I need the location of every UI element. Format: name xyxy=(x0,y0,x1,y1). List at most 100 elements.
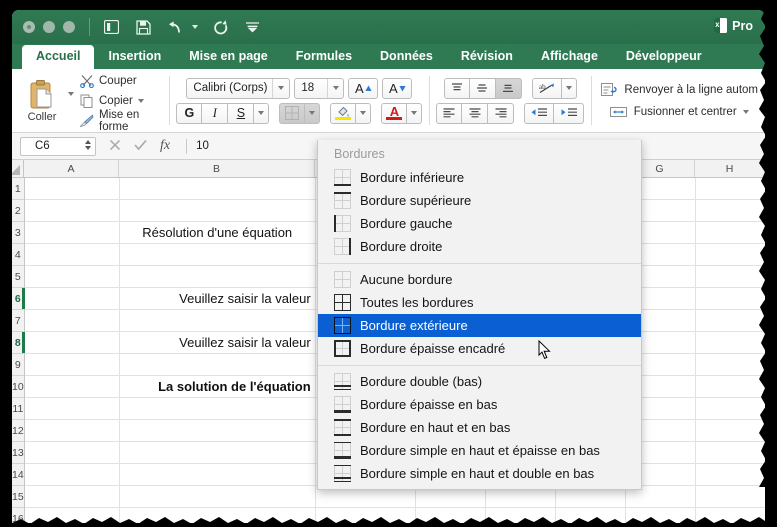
formula-input[interactable]: 10 xyxy=(196,140,209,152)
menu-item-border-bottom[interactable]: Bordure inférieure xyxy=(318,166,641,189)
row-header-3[interactable]: 3 xyxy=(12,222,24,244)
cell-H4[interactable] xyxy=(696,244,765,265)
tab-insertion[interactable]: Insertion xyxy=(94,45,175,69)
cell-B5[interactable] xyxy=(120,266,316,287)
cell-B10[interactable]: La solution de l'équation xyxy=(120,376,316,397)
row-header-1[interactable]: 1 xyxy=(12,178,24,200)
column-header-h[interactable]: H xyxy=(695,160,765,177)
sidebar-toggle-icon[interactable] xyxy=(102,18,121,37)
cell-A5[interactable] xyxy=(25,266,120,287)
underline-button[interactable]: S xyxy=(228,102,255,124)
row-header-9[interactable]: 9 xyxy=(12,354,24,376)
borders-dropdown-menu[interactable]: Bordures Bordure inférieure Bordure supér… xyxy=(317,140,642,490)
font-size-dropdown-icon[interactable] xyxy=(327,78,343,98)
cell-H5[interactable] xyxy=(696,266,765,287)
cell-A1[interactable] xyxy=(25,178,120,199)
cell-H2[interactable] xyxy=(696,200,765,221)
wrap-text-button[interactable]: Renvoyer à la ligne autom xyxy=(600,82,758,98)
zoom-button[interactable] xyxy=(63,21,75,33)
merge-dropdown-icon[interactable] xyxy=(742,109,749,114)
indent-group[interactable] xyxy=(524,102,585,124)
cell-H6[interactable] xyxy=(696,288,765,309)
bold-button[interactable]: G xyxy=(176,102,203,124)
cell-H8[interactable] xyxy=(696,332,765,353)
cell-B3[interactable]: Résolution d'une équation xyxy=(120,222,316,243)
paste-button[interactable]: Coller xyxy=(19,79,74,123)
menu-item-border-all[interactable]: Toutes les bordures xyxy=(318,291,641,314)
menu-item-border-top-double-bottom[interactable]: Bordure simple en haut et double en bas xyxy=(318,462,641,485)
decrease-indent-button[interactable] xyxy=(524,102,555,124)
orientation-control[interactable]: ab xyxy=(531,77,577,99)
font-color-button[interactable]: A xyxy=(381,102,408,124)
row-header-6[interactable]: 6 xyxy=(12,288,25,310)
cell-B1[interactable] xyxy=(120,178,316,199)
increase-indent-button[interactable] xyxy=(554,102,585,124)
cell-H1[interactable] xyxy=(696,178,765,199)
row-header-7[interactable]: 7 xyxy=(12,310,24,332)
paste-dropdown-icon[interactable] xyxy=(68,91,74,96)
underline-dropdown-icon[interactable] xyxy=(254,102,270,124)
shrink-font-button[interactable]: A xyxy=(382,77,413,99)
close-button[interactable] xyxy=(23,21,35,33)
cell-A8[interactable] xyxy=(25,332,120,353)
fill-color-control[interactable] xyxy=(330,102,372,124)
fill-color-dropdown-icon[interactable] xyxy=(356,102,372,124)
cell-B14[interactable] xyxy=(120,464,316,485)
menu-item-border-thick-box[interactable]: Bordure épaisse encadré xyxy=(318,337,641,360)
cell-B9[interactable] xyxy=(120,354,316,375)
cell-B15[interactable] xyxy=(120,486,316,507)
borders-control[interactable] xyxy=(279,102,321,124)
name-box[interactable]: C6 xyxy=(20,136,96,156)
cell-H7[interactable] xyxy=(696,310,765,331)
row-header-14[interactable]: 14 xyxy=(12,464,24,486)
cell-E16[interactable] xyxy=(486,508,556,523)
align-right-button[interactable] xyxy=(488,102,515,124)
menu-item-border-none[interactable]: Aucune bordure xyxy=(318,268,641,291)
cell-B4[interactable] xyxy=(120,244,316,265)
row-header-11[interactable]: 11 xyxy=(12,398,24,420)
ribbon-tab-bar[interactable]: Accueil Insertion Mise en page Formules … xyxy=(12,44,765,69)
cell-B8[interactable]: Veuillez saisir la valeur xyxy=(120,332,316,353)
copy-button[interactable]: Copier xyxy=(79,92,162,109)
cancel-entry-icon[interactable] xyxy=(109,139,121,154)
cell-B13[interactable] xyxy=(120,442,316,463)
align-left-button[interactable] xyxy=(436,102,463,124)
cell-A7[interactable] xyxy=(25,310,120,331)
cell-H16[interactable] xyxy=(696,508,765,523)
cell-A13[interactable] xyxy=(25,442,120,463)
minimize-button[interactable] xyxy=(43,21,55,33)
row-header-5[interactable]: 5 xyxy=(12,266,24,288)
horizontal-align-group[interactable] xyxy=(436,102,515,124)
menu-item-border-left[interactable]: Bordure gauche xyxy=(318,212,641,235)
cell-F16[interactable] xyxy=(556,508,626,523)
column-header-b[interactable]: B xyxy=(119,160,315,177)
cell-H3[interactable] xyxy=(696,222,765,243)
menu-item-border-right[interactable]: Bordure droite xyxy=(318,235,641,258)
cell-H15[interactable] xyxy=(696,486,765,507)
redo-icon[interactable] xyxy=(211,18,230,37)
row-headers[interactable]: 1234567891011121314151617 xyxy=(12,178,25,523)
row-header-2[interactable]: 2 xyxy=(12,200,24,222)
font-size-select[interactable]: 18 xyxy=(294,77,345,99)
cell-H11[interactable] xyxy=(696,398,765,419)
quick-access-toolbar[interactable] xyxy=(102,18,262,37)
cell-H9[interactable] xyxy=(696,354,765,375)
insert-function-icon[interactable]: fx xyxy=(160,138,170,154)
cell-A16[interactable] xyxy=(25,508,120,523)
cell-A2[interactable] xyxy=(25,200,120,221)
cell-G16[interactable] xyxy=(626,508,696,523)
cell-H14[interactable] xyxy=(696,464,765,485)
row-header-8[interactable]: 8 xyxy=(12,332,25,354)
font-family-select[interactable]: Calibri (Corps) xyxy=(186,77,291,99)
cell-C16[interactable] xyxy=(316,508,416,523)
text-style-group[interactable]: G I S xyxy=(176,102,270,124)
tab-mise-en-page[interactable]: Mise en page xyxy=(175,45,282,69)
column-header-a[interactable]: A xyxy=(24,160,119,177)
orientation-button[interactable]: ab xyxy=(531,77,562,99)
row-header-15[interactable]: 15 xyxy=(12,486,24,508)
copy-dropdown-icon[interactable] xyxy=(137,98,144,103)
font-family-dropdown-icon[interactable] xyxy=(272,78,289,98)
align-middle-button[interactable] xyxy=(469,77,496,99)
row-header-13[interactable]: 13 xyxy=(12,442,24,464)
cell-B11[interactable] xyxy=(120,398,316,419)
